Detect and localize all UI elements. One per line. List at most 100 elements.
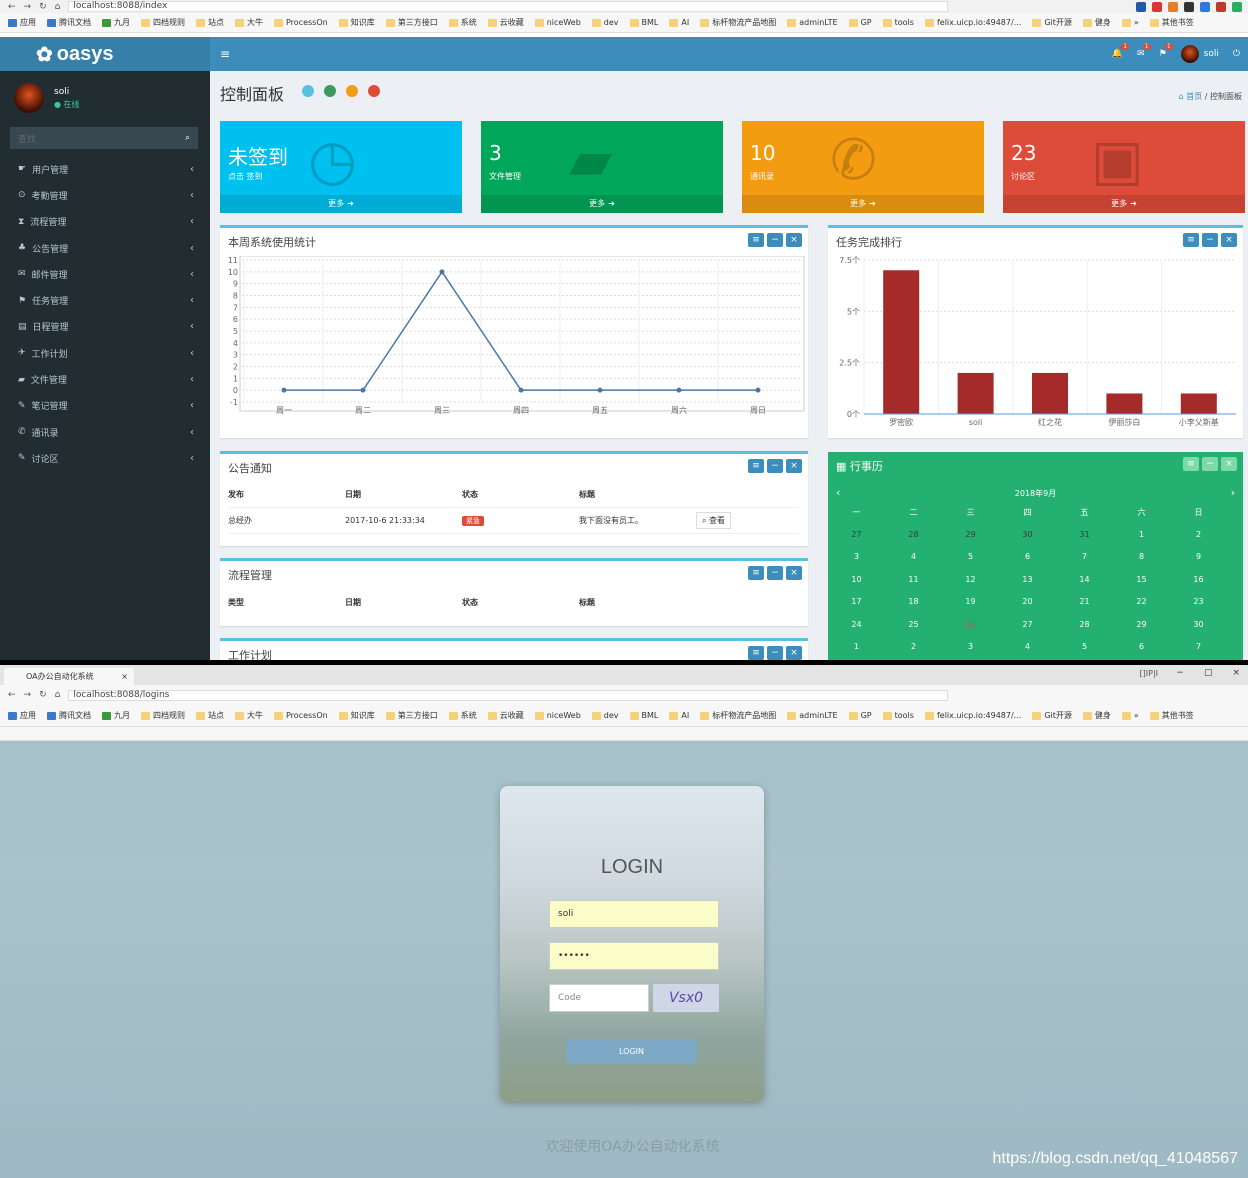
bookmark-item[interactable]: 腾讯文档 <box>47 17 91 28</box>
sidebar-item[interactable]: ⚑ 任务管理 ‹ <box>0 287 210 313</box>
info-tile[interactable]: 3 文件管理 ▰ 更多 ➜ <box>481 121 723 213</box>
user-menu[interactable]: soli <box>1180 45 1219 63</box>
color-dot[interactable] <box>302 85 314 97</box>
bookmark-item[interactable]: Git开源 <box>1032 710 1072 721</box>
collapse-icon[interactable]: − <box>767 566 783 580</box>
bookmark-item[interactable]: felix.uicp.io:49487/... <box>924 18 1021 27</box>
bookmark-item[interactable]: Git开源 <box>1032 17 1072 28</box>
extension-icon[interactable] <box>1232 1 1242 12</box>
calendar-day[interactable]: 12 <box>942 575 999 584</box>
extension-icon[interactable] <box>1168 1 1178 12</box>
collapse-icon[interactable]: − <box>1202 457 1218 471</box>
bookmark-item[interactable]: 云收藏 <box>487 710 524 721</box>
cell-title[interactable]: 我下面没有员工。 <box>579 515 696 526</box>
calendar-day[interactable]: 14 <box>1056 575 1113 584</box>
sidebar-item[interactable]: ✆ 通讯录 ‹ <box>0 419 210 445</box>
bookmark-item[interactable]: GP <box>848 18 872 27</box>
data-point[interactable] <box>755 387 761 393</box>
username-input[interactable]: soli <box>549 900 719 928</box>
close-icon[interactable]: × <box>786 646 802 660</box>
list-icon[interactable]: ≡ <box>748 566 764 580</box>
close-window-icon[interactable]: × <box>1232 668 1240 678</box>
bar[interactable] <box>1032 372 1068 414</box>
bookmark-item[interactable]: 腾讯文档 <box>47 710 91 721</box>
menu-toggle-icon[interactable]: ≡ <box>220 47 230 61</box>
search-input[interactable]: 查找 <box>18 132 36 145</box>
calendar-day[interactable]: 3 <box>942 642 999 651</box>
bookmark-item[interactable]: AI <box>669 18 689 27</box>
chevron-left-icon[interactable]: ‹ <box>190 427 194 438</box>
forward-icon[interactable]: → <box>24 2 32 12</box>
sidebar-item[interactable]: ⊙ 考勤管理 ‹ <box>0 182 210 208</box>
color-dot[interactable] <box>324 85 336 97</box>
bookmark-item[interactable]: felix.uicp.io:49487/... <box>924 711 1021 720</box>
bookmark-item[interactable]: 知识库 <box>338 710 375 721</box>
mail-icon[interactable]: ✉ 1 <box>1137 43 1151 59</box>
calendar-day[interactable]: 24 <box>828 620 885 629</box>
bookmark-item[interactable]: 应用 <box>8 17 36 28</box>
chevron-left-icon[interactable]: ‹ <box>190 243 194 254</box>
bar[interactable] <box>1180 393 1217 414</box>
bar[interactable] <box>957 372 994 414</box>
flag-icon[interactable]: ⚑ 1 <box>1159 43 1173 59</box>
bar[interactable] <box>1106 393 1143 414</box>
chevron-left-icon[interactable]: ‹ <box>190 400 194 411</box>
chevron-left-icon[interactable]: ‹ <box>190 216 194 227</box>
bookmark-item[interactable]: 标杆物流产品地图 <box>700 710 776 721</box>
calendar-day[interactable]: 10 <box>828 575 885 584</box>
calendar-day[interactable]: 5 <box>942 552 999 561</box>
bookmark-item[interactable]: tools <box>882 18 914 27</box>
calendar-day[interactable]: 21 <box>1056 597 1113 606</box>
bookmark-item[interactable]: 系统 <box>448 17 477 28</box>
data-point[interactable] <box>281 387 287 393</box>
chevron-left-icon[interactable]: ‹ <box>190 164 194 175</box>
bookmark-item[interactable]: adminLTE <box>787 711 838 720</box>
url-input[interactable]: localhost:8088/index <box>68 1 949 12</box>
bookmark-item[interactable]: dev <box>591 18 619 27</box>
list-icon[interactable]: ≡ <box>1183 457 1199 471</box>
calendar-day[interactable]: 6 <box>1113 642 1170 651</box>
calendar-day[interactable]: 27 <box>999 620 1056 629</box>
calendar-day[interactable]: 27 <box>828 530 885 539</box>
bookmark-item[interactable]: 九月 <box>102 710 130 721</box>
sidebar-item[interactable]: ✎ 笔记管理 ‹ <box>0 393 210 419</box>
sidebar-item[interactable]: ▰ 文件管理 ‹ <box>0 366 210 392</box>
calendar-day[interactable]: 7 <box>1170 642 1227 651</box>
bookmark-item[interactable]: 四档规则 <box>141 17 185 28</box>
reload-icon[interactable]: ↻ <box>39 2 47 12</box>
bookmark-item[interactable]: BML <box>629 711 658 720</box>
back-icon[interactable]: ← <box>8 2 16 12</box>
calendar-day[interactable]: 30 <box>1170 620 1227 629</box>
chevron-left-icon[interactable]: ‹ <box>190 190 194 201</box>
list-icon[interactable]: ≡ <box>1183 233 1199 247</box>
app-logo[interactable]: ✿ oasys <box>0 37 210 71</box>
bookmark-item[interactable]: GP <box>848 711 872 720</box>
more-link[interactable]: 更多 ➜ <box>481 195 723 213</box>
bookmark-item[interactable]: 其他书签 <box>1149 17 1194 28</box>
collapse-icon[interactable]: − <box>767 459 783 473</box>
sidebar-item[interactable]: ⧗ 流程管理 ‹ <box>0 209 210 235</box>
calendar-day[interactable]: 3 <box>828 552 885 561</box>
calendar-day[interactable]: 17 <box>828 597 885 606</box>
chevron-left-icon[interactable]: ‹ <box>190 348 194 359</box>
reload-icon[interactable]: ↻ <box>39 690 47 700</box>
bookmark-item[interactable]: 站点 <box>196 710 224 721</box>
bookmark-item[interactable]: 健身 <box>1082 17 1111 28</box>
bookmark-item[interactable]: ProcessOn <box>274 18 328 27</box>
chevron-left-icon[interactable]: ‹ <box>190 295 194 306</box>
chevron-left-icon[interactable]: ‹ <box>190 269 194 280</box>
calendar-day[interactable]: 28 <box>885 530 942 539</box>
calendar-day[interactable]: 15 <box>1113 575 1170 584</box>
calendar-day[interactable]: 1 <box>1113 530 1170 539</box>
collapse-icon[interactable]: − <box>767 233 783 247</box>
code-input[interactable]: Code <box>549 984 649 1012</box>
minimize-icon[interactable]: − <box>1176 668 1184 678</box>
bookmark-item[interactable]: 九月 <box>102 17 130 28</box>
data-point[interactable] <box>439 269 445 275</box>
bookmark-item[interactable]: niceWeb <box>534 18 581 27</box>
bookmark-item[interactable]: 四档规则 <box>141 710 185 721</box>
list-icon[interactable]: ≡ <box>748 459 764 473</box>
bookmark-item[interactable]: 云收藏 <box>487 17 524 28</box>
search-icon[interactable]: ⌕ <box>185 133 190 143</box>
calendar-day[interactable]: 25 <box>885 620 942 629</box>
